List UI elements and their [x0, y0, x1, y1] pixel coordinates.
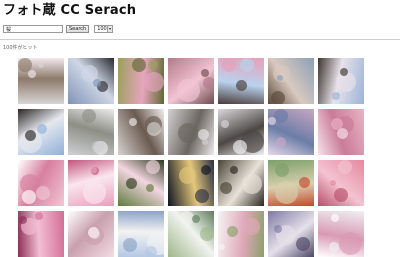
search-button[interactable]: Search	[66, 25, 90, 33]
search-input[interactable]	[3, 25, 63, 33]
photo-thumbnail[interactable]	[18, 160, 64, 206]
thumbnail-grid	[18, 58, 366, 257]
photo-thumbnail[interactable]	[218, 58, 264, 104]
photo-thumbnail[interactable]	[218, 160, 264, 206]
photo-thumbnail[interactable]	[18, 109, 64, 155]
photo-thumbnail[interactable]	[268, 211, 314, 257]
photo-thumbnail[interactable]	[268, 109, 314, 155]
photo-thumbnail[interactable]	[268, 58, 314, 104]
photo-thumbnail[interactable]	[318, 211, 364, 257]
photo-thumbnail[interactable]	[18, 58, 64, 104]
photo-thumbnail[interactable]	[168, 211, 214, 257]
photo-thumbnail[interactable]	[168, 109, 214, 155]
result-count-value: 100	[97, 26, 107, 32]
photo-thumbnail[interactable]	[168, 160, 214, 206]
photo-thumbnail[interactable]	[218, 211, 264, 257]
photo-thumbnail[interactable]	[318, 109, 364, 155]
dropdown-arrow-icon[interactable]: ▾	[106, 26, 113, 32]
photo-thumbnail[interactable]	[18, 211, 64, 257]
photo-thumbnail[interactable]	[68, 109, 114, 155]
photo-thumbnail[interactable]	[118, 211, 164, 257]
result-count-select[interactable]: 100 ▾	[94, 25, 114, 33]
photo-thumbnail[interactable]	[218, 109, 264, 155]
photo-thumbnail[interactable]	[318, 160, 364, 206]
site-title: フォト蔵 CC Serach	[3, 3, 137, 18]
photo-thumbnail[interactable]	[268, 160, 314, 206]
photo-thumbnail[interactable]	[68, 160, 114, 206]
photo-thumbnail[interactable]	[68, 211, 114, 257]
header-divider	[0, 39, 400, 40]
search-bar: Search 100 ▾	[3, 24, 114, 34]
photo-thumbnail[interactable]	[318, 58, 364, 104]
photo-thumbnail[interactable]	[168, 58, 214, 104]
photo-thumbnail[interactable]	[118, 160, 164, 206]
header: フォト蔵 CC Serach	[3, 2, 398, 19]
photo-thumbnail[interactable]	[118, 58, 164, 104]
hit-count: 100件がヒット	[3, 45, 38, 51]
photo-thumbnail[interactable]	[68, 58, 114, 104]
photo-thumbnail[interactable]	[118, 109, 164, 155]
